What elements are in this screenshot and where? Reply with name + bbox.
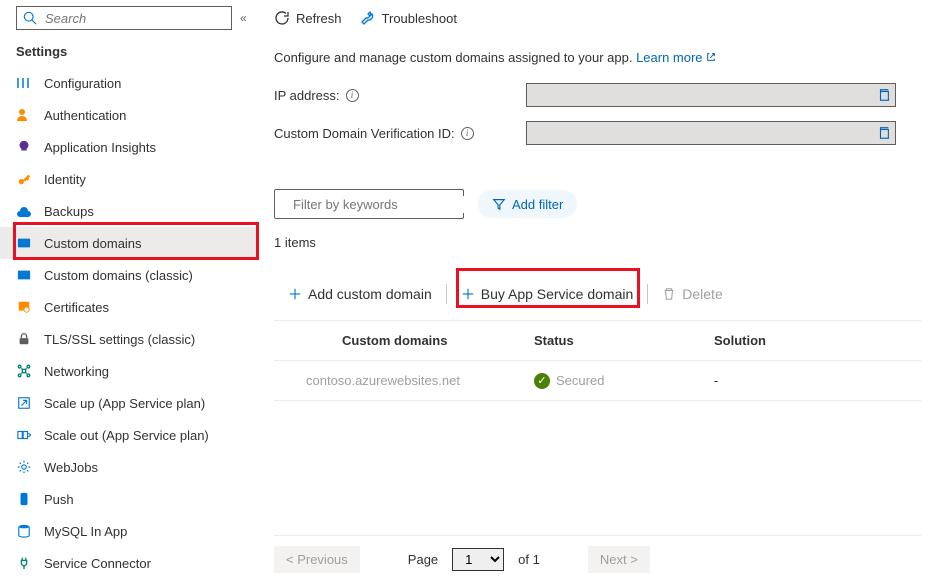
sidebar-item-label: Custom domains (classic): [44, 268, 193, 283]
sidebar-item-webjobs[interactable]: WebJobs: [0, 451, 256, 483]
sidebar-item-label: Service Connector: [44, 556, 151, 571]
network-icon: [16, 363, 32, 379]
sidebar-item-push[interactable]: Push: [0, 483, 256, 515]
page-description: Configure and manage custom domains assi…: [274, 36, 921, 83]
page-select[interactable]: 1: [452, 548, 504, 571]
sidebar-item-configuration[interactable]: Configuration: [0, 67, 256, 99]
refresh-label: Refresh: [296, 11, 342, 26]
sidebar-group-header: Settings: [0, 40, 256, 67]
sidebar-item-certificates[interactable]: Certificates: [0, 291, 256, 323]
domains-table: Custom domains Status Solution contoso.a…: [274, 320, 921, 401]
filter-keywords-input[interactable]: [291, 196, 471, 213]
cloud-backup-icon: [16, 203, 32, 219]
sidebar-item-label: Configuration: [44, 76, 121, 91]
table-row[interactable]: contoso.azurewebsites.net ✓ Secured -: [274, 361, 921, 401]
cdvid-value[interactable]: [526, 121, 896, 145]
sidebar-item-custom-domains[interactable]: Custom domains: [0, 227, 256, 259]
database-icon: [16, 523, 32, 539]
push-icon: [16, 491, 32, 507]
sidebar-item-networking[interactable]: Networking: [0, 355, 256, 387]
sidebar-item-label: Custom domains: [44, 236, 142, 251]
globe-classic-icon: [16, 267, 32, 283]
prev-page-button: < Previous: [274, 546, 360, 573]
certificate-icon: [16, 299, 32, 315]
col-header-status[interactable]: Status: [534, 333, 714, 348]
sidebar-item-label: Scale out (App Service plan): [44, 428, 209, 443]
plus-icon: [288, 287, 302, 301]
sidebar-search-input[interactable]: [43, 10, 225, 27]
search-icon: [23, 11, 37, 25]
copy-icon[interactable]: [877, 88, 891, 102]
sidebar-item-label: Networking: [44, 364, 109, 379]
info-icon[interactable]: i: [461, 127, 474, 140]
learn-more-link[interactable]: Learn more: [636, 50, 716, 65]
sidebar-item-identity[interactable]: Identity: [0, 163, 256, 195]
sidebar-item-mysql[interactable]: MySQL In App: [0, 515, 256, 547]
sidebar-item-app-insights[interactable]: Application Insights: [0, 131, 256, 163]
sidebar-item-custom-domains-classic[interactable]: Custom domains (classic): [0, 259, 256, 291]
funnel-icon: [492, 197, 506, 211]
cell-status: Secured: [556, 373, 604, 388]
sidebar-item-authentication[interactable]: Authentication: [0, 99, 256, 131]
copy-icon[interactable]: [877, 126, 891, 140]
plug-icon: [16, 555, 32, 571]
pagination: < Previous Page 1 of 1 Next >: [274, 535, 921, 573]
next-page-button: Next >: [588, 546, 650, 573]
info-icon[interactable]: i: [346, 89, 359, 102]
trash-icon: [662, 287, 676, 301]
scale-out-icon: [16, 427, 32, 443]
refresh-button[interactable]: Refresh: [274, 10, 342, 26]
page-of: of 1: [518, 552, 540, 567]
sidebar-item-label: Scale up (App Service plan): [44, 396, 205, 411]
items-count: 1 items: [274, 235, 921, 250]
add-filter-button[interactable]: Add filter: [478, 190, 577, 218]
page-label: Page: [408, 552, 438, 567]
add-custom-domain-button[interactable]: Add custom domain: [274, 278, 446, 310]
globe-icon: [16, 235, 32, 251]
lightbulb-icon: [16, 139, 32, 155]
cell-domain: contoso.azurewebsites.net: [274, 373, 534, 388]
sidebar-item-label: WebJobs: [44, 460, 98, 475]
col-header-solution[interactable]: Solution: [714, 333, 921, 348]
delete-button: Delete: [648, 278, 736, 310]
sidebar-item-label: Application Insights: [44, 140, 156, 155]
refresh-icon: [274, 10, 290, 26]
sidebar-item-label: Push: [44, 492, 74, 507]
sidebar-item-label: Certificates: [44, 300, 109, 315]
ip-address-label: IP address: i: [274, 88, 526, 103]
sidebar-item-label: TLS/SSL settings (classic): [44, 332, 195, 347]
person-lock-icon: [16, 107, 32, 123]
sidebar-item-scale-up[interactable]: Scale up (App Service plan): [0, 387, 256, 419]
troubleshoot-label: Troubleshoot: [382, 11, 457, 26]
sidebar-item-service-connector[interactable]: Service Connector: [0, 547, 256, 579]
sidebar-item-backups[interactable]: Backups: [0, 195, 256, 227]
wrench-icon: [360, 10, 376, 26]
buy-app-service-domain-button[interactable]: Buy App Service domain: [447, 278, 648, 310]
sidebar-item-label: Authentication: [44, 108, 126, 123]
sidebar-item-scale-out[interactable]: Scale out (App Service plan): [0, 419, 256, 451]
cdvid-label: Custom Domain Verification ID: i: [274, 126, 526, 141]
troubleshoot-button[interactable]: Troubleshoot: [360, 10, 457, 26]
sidebar-item-label: Backups: [44, 204, 94, 219]
external-link-icon: [706, 52, 716, 62]
scale-up-icon: [16, 395, 32, 411]
lock-icon: [16, 331, 32, 347]
sidebar-item-label: Identity: [44, 172, 86, 187]
sliders-icon: [16, 75, 32, 91]
collapse-sidebar-icon[interactable]: «: [238, 9, 249, 27]
check-circle-icon: ✓: [534, 373, 550, 389]
gear-icon: [16, 459, 32, 475]
plus-icon: [461, 287, 475, 301]
col-header-domain[interactable]: Custom domains: [274, 333, 534, 348]
sidebar-item-tls-ssl[interactable]: TLS/SSL settings (classic): [0, 323, 256, 355]
key-icon: [16, 171, 32, 187]
ip-address-value[interactable]: [526, 83, 896, 107]
cell-solution: -: [714, 373, 921, 388]
table-header: Custom domains Status Solution: [274, 321, 921, 361]
sidebar-item-label: MySQL In App: [44, 524, 127, 539]
sidebar-search[interactable]: [16, 6, 232, 30]
filter-keywords[interactable]: [274, 189, 464, 219]
